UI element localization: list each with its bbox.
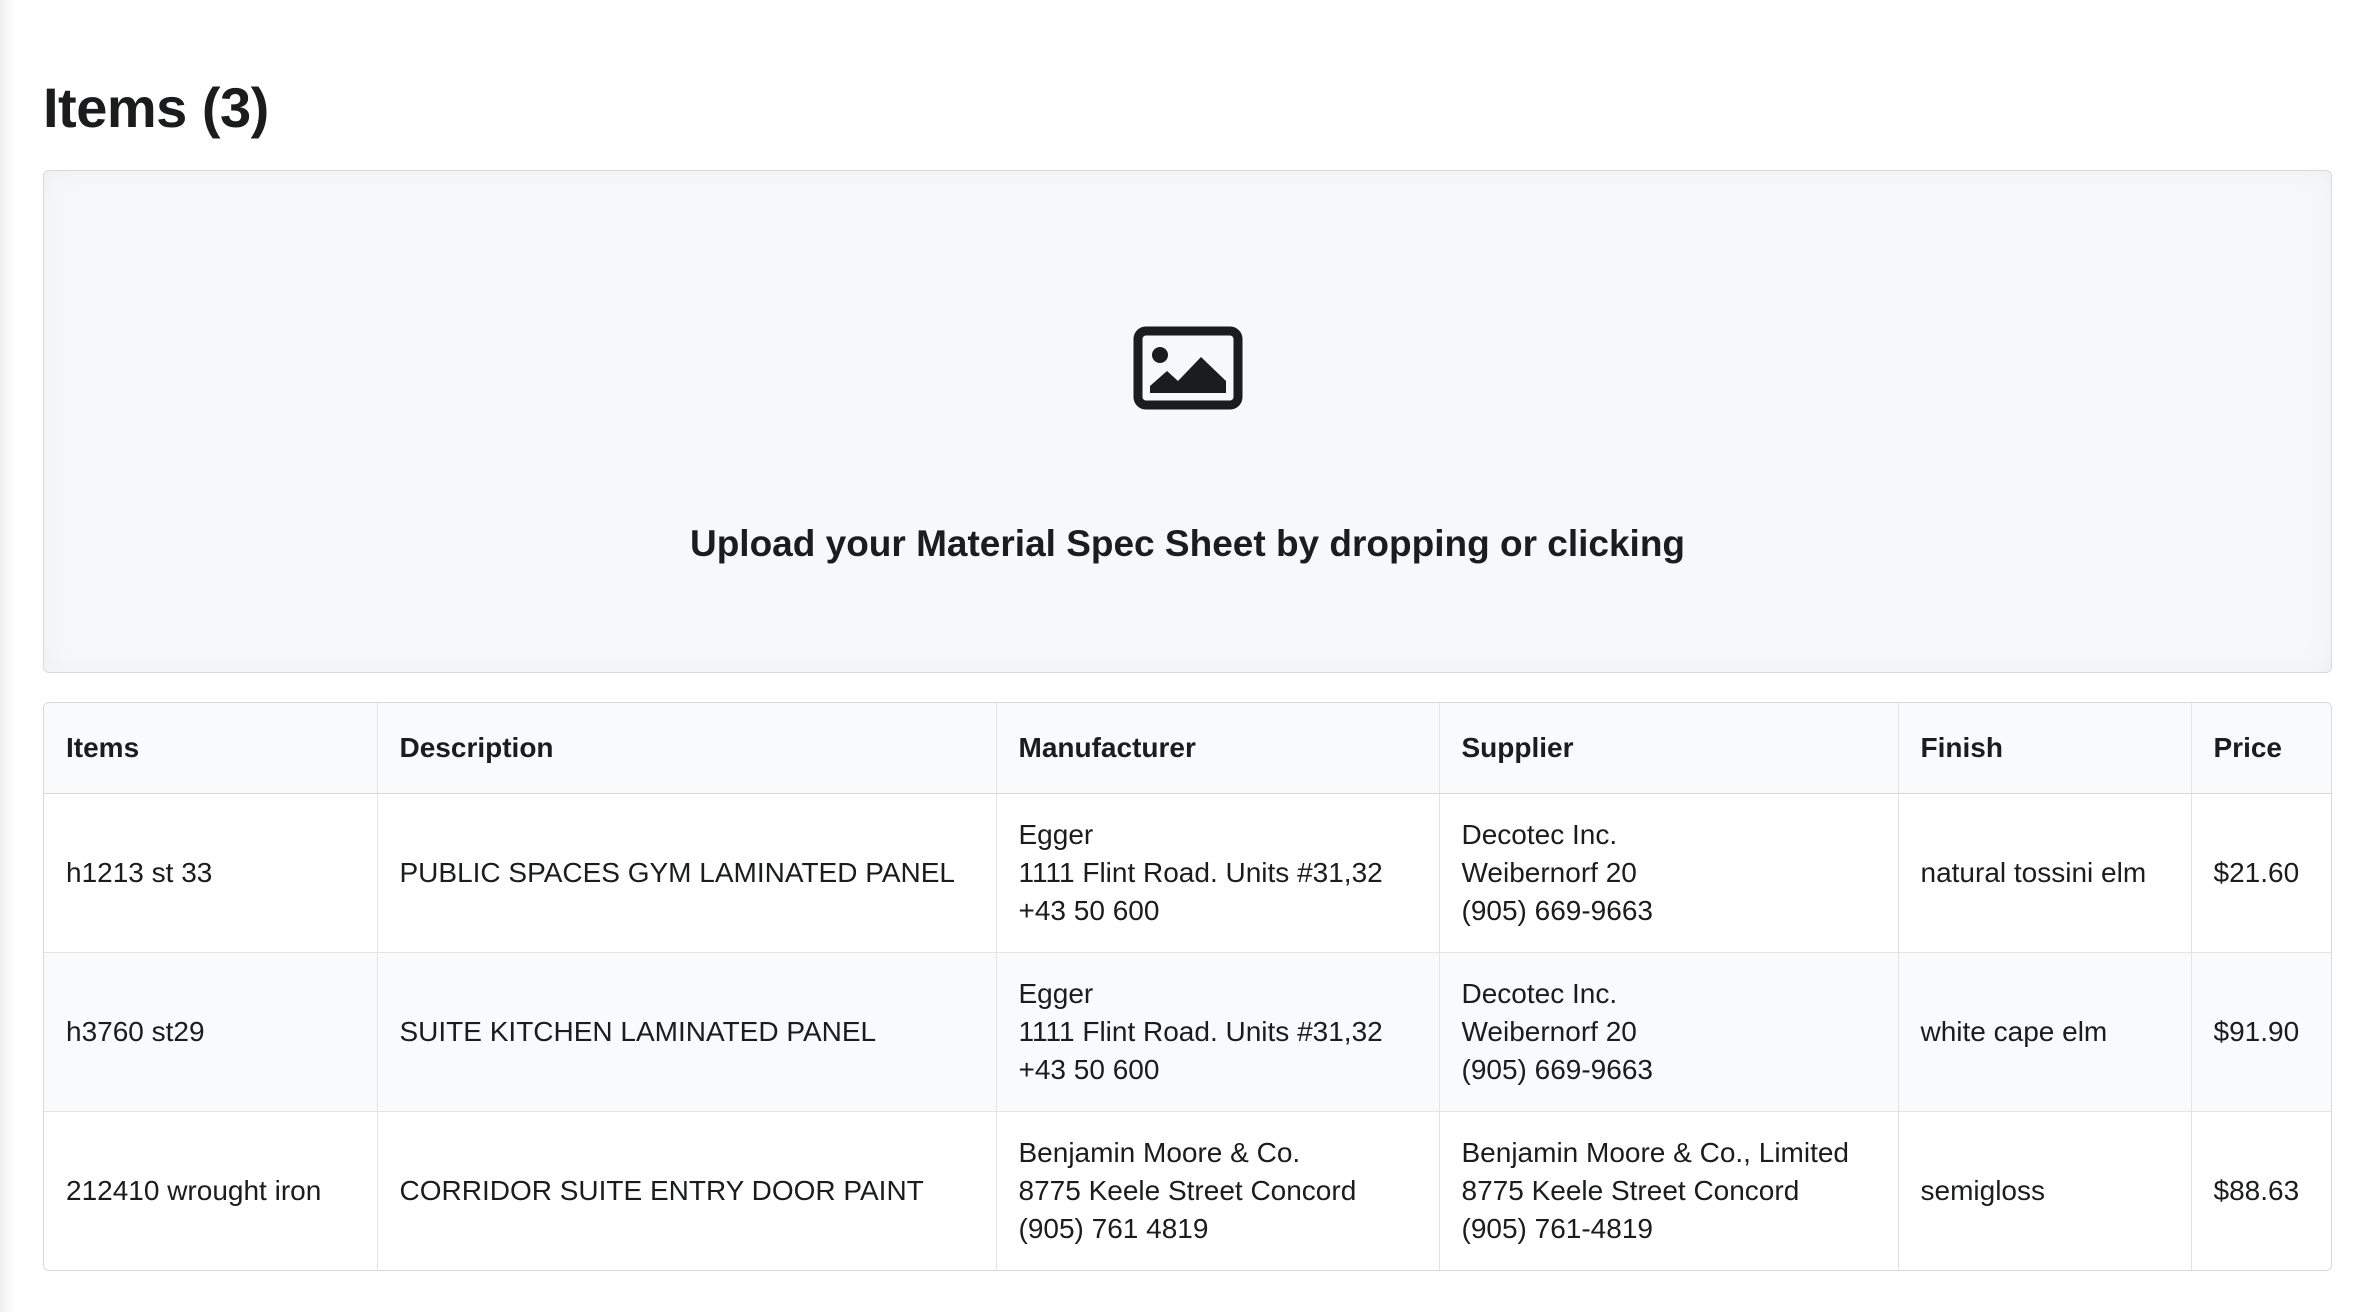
supplier-address: 8775 Keele Street Concord bbox=[1461, 1175, 1800, 1206]
manufacturer-name: Egger bbox=[1018, 819, 1094, 850]
item-cell: h1213 st 33 bbox=[66, 857, 213, 888]
manufacturer-address: 1111 Flint Road. Units #31,32 bbox=[1018, 857, 1383, 888]
manufacturer-phone: +43 50 600 bbox=[1018, 1054, 1160, 1085]
column-header-items[interactable]: Items bbox=[44, 703, 377, 794]
description-cell: PUBLIC SPACES GYM LAMINATED PANEL bbox=[376, 793, 996, 953]
items-table: Items Description Manufacturer Supplier … bbox=[43, 702, 2332, 1271]
supplier-cell: Benjamin Moore & Co., Limited 8775 Keele… bbox=[1438, 1111, 1898, 1270]
spec-sheet-dropzone[interactable]: Upload your Material Spec Sheet by dropp… bbox=[43, 170, 2332, 673]
description-cell: SUITE KITCHEN LAMINATED PANEL bbox=[376, 952, 996, 1112]
finish-cell: white cape elm bbox=[1897, 952, 2191, 1112]
price-cell: $91.90 bbox=[2190, 952, 2331, 1112]
supplier-name: Benjamin Moore & Co., Limited bbox=[1461, 1137, 1850, 1168]
price-cell: $88.63 bbox=[2190, 1111, 2331, 1270]
supplier-phone: (905) 761-4819 bbox=[1461, 1213, 1653, 1244]
supplier-cell: Decotec Inc. Weibernorf 20 (905) 669-966… bbox=[1438, 952, 1898, 1112]
table-header-row: Items Description Manufacturer Supplier … bbox=[44, 703, 2331, 794]
price-cell: $21.60 bbox=[2190, 793, 2331, 953]
column-header-supplier[interactable]: Supplier bbox=[1438, 703, 1898, 794]
supplier-cell: Decotec Inc. Weibernorf 20 (905) 669-966… bbox=[1438, 793, 1898, 953]
manufacturer-cell: Egger 1111 Flint Road. Units #31,32 +43 … bbox=[995, 793, 1439, 953]
manufacturer-phone: +43 50 600 bbox=[1018, 895, 1160, 926]
table-row[interactable]: h1213 st 33 PUBLIC SPACES GYM LAMINATED … bbox=[44, 793, 2331, 953]
supplier-name: Decotec Inc. bbox=[1461, 819, 1618, 850]
item-cell: 212410 wrought iron bbox=[44, 1111, 377, 1270]
manufacturer-name: Benjamin Moore & Co. bbox=[1018, 1137, 1301, 1168]
left-edge-shadow bbox=[0, 0, 14, 1312]
finish-cell: semigloss bbox=[1897, 1111, 2191, 1270]
manufacturer-name: Egger bbox=[1018, 978, 1094, 1009]
manufacturer-address: 1111 Flint Road. Units #31,32 bbox=[1018, 1016, 1383, 1047]
supplier-name: Decotec Inc. bbox=[1461, 978, 1618, 1009]
page-title: Items (3) bbox=[43, 76, 269, 139]
manufacturer-cell: Benjamin Moore & Co. 8775 Keele Street C… bbox=[995, 1111, 1439, 1270]
manufacturer-phone: (905) 761 4819 bbox=[1018, 1213, 1209, 1244]
image-icon bbox=[1133, 326, 1243, 410]
manufacturer-address: 8775 Keele Street Concord bbox=[1018, 1175, 1357, 1206]
dropzone-label: Upload your Material Spec Sheet by dropp… bbox=[689, 523, 1686, 564]
finish-cell: natural tossini elm bbox=[1897, 793, 2191, 953]
manufacturer-cell: Egger 1111 Flint Road. Units #31,32 +43 … bbox=[995, 952, 1439, 1112]
column-header-description[interactable]: Description bbox=[376, 703, 996, 794]
column-header-price[interactable]: Price bbox=[2190, 703, 2331, 794]
table-row[interactable]: h3760 st29 SUITE KITCHEN LAMINATED PANEL… bbox=[44, 952, 2331, 1112]
table-row[interactable]: 212410 wrought iron CORRIDOR SUITE ENTRY… bbox=[44, 1111, 2331, 1270]
item-cell: h3760 st29 bbox=[44, 952, 377, 1112]
column-header-finish[interactable]: Finish bbox=[1897, 703, 2191, 794]
description-cell: CORRIDOR SUITE ENTRY DOOR PAINT bbox=[376, 1111, 996, 1270]
supplier-phone: (905) 669-9663 bbox=[1461, 895, 1653, 926]
column-header-manufacturer[interactable]: Manufacturer bbox=[995, 703, 1439, 794]
supplier-address: Weibernorf 20 bbox=[1461, 857, 1637, 888]
supplier-address: Weibernorf 20 bbox=[1461, 1016, 1637, 1047]
supplier-phone: (905) 669-9663 bbox=[1461, 1054, 1653, 1085]
